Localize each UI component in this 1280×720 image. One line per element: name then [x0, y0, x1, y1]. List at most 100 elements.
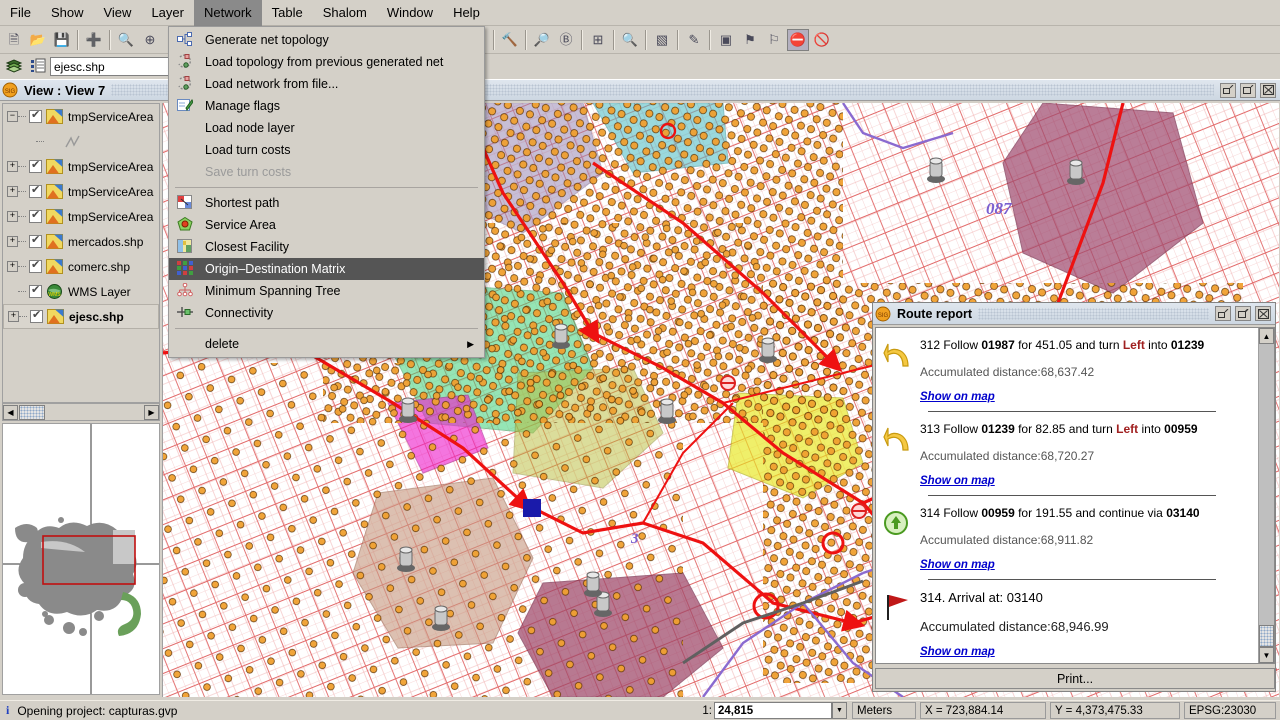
menu-window[interactable]: Window [377, 0, 443, 26]
menu-network[interactable]: Network [193, 0, 262, 26]
menu-item-load-node-layer[interactable]: Load node layer [169, 117, 484, 139]
barrier-node-icon[interactable]: ⛔ [787, 28, 809, 51]
layer-visibility-checkbox[interactable] [29, 183, 42, 198]
route-report-titlebar[interactable]: SIG Route report [873, 303, 1275, 325]
menu-item-load-network-from-file[interactable]: Load network from file... [169, 73, 484, 95]
toc-scroll-left-button[interactable]: ◀ [3, 404, 18, 420]
route-step-list[interactable]: 312 Follow 01987 for 451.05 and turn Lef… [876, 328, 1258, 663]
expand-icon[interactable]: + [7, 236, 18, 247]
active-layer-name-input[interactable]: ejesc.shp [50, 56, 182, 76]
toc-layer-row[interactable]: + tmpServiceArea [3, 154, 159, 179]
locate-by-attribute-icon[interactable]: 🔎 [531, 29, 553, 51]
toc-scroll-thumb[interactable] [19, 404, 45, 420]
menu-help[interactable]: Help [443, 0, 490, 26]
scale-dropdown-button[interactable]: ▼ [832, 702, 847, 719]
show-on-map-link[interactable]: Show on map [920, 559, 995, 571]
toc-layer-row[interactable]: + tmpServiceArea [3, 179, 159, 204]
collapse-icon[interactable]: − [7, 111, 18, 122]
barrier-arc-icon[interactable]: 🚫 [811, 29, 833, 51]
scale-input[interactable]: 24,815 [714, 702, 832, 719]
toolbar-separator [677, 29, 679, 50]
menu-table[interactable]: Table [262, 0, 313, 26]
menu-item-origin-destination-matrix[interactable]: Origin–Destination Matrix [169, 258, 484, 280]
show-on-map-link[interactable]: Show on map [920, 475, 995, 487]
layer-visibility-checkbox[interactable] [29, 108, 42, 123]
menu-item-minimum-spanning-tree[interactable]: Minimum Spanning Tree [169, 280, 484, 302]
add-layer-icon[interactable]: ➕ [83, 29, 105, 51]
show-on-map-link[interactable]: Show on map [920, 646, 995, 658]
route-maximize-button[interactable] [1235, 306, 1251, 321]
connectivity-icon [177, 305, 195, 321]
table-of-contents[interactable]: − tmpServiceArea + tmpServiceArea + tmpServic… [2, 103, 160, 403]
menu-item-service-area[interactable]: Service Area [169, 214, 484, 236]
toc-layer-row[interactable]: − tmpServiceArea [3, 104, 159, 129]
menu-layer[interactable]: Layer [141, 0, 194, 26]
annotation-icon[interactable]: ✎ [683, 29, 705, 51]
route-close-button[interactable] [1255, 306, 1271, 321]
menu-view[interactable]: View [93, 0, 141, 26]
show-on-map-link[interactable]: Show on map [920, 391, 995, 403]
layer-visibility-checkbox[interactable] [30, 308, 43, 323]
toolbar-separator [645, 29, 647, 50]
save-project-icon[interactable]: 💾 [51, 29, 73, 51]
menu-item-shortest-path[interactable]: Shortest path [169, 192, 484, 214]
menu-show[interactable]: Show [41, 0, 94, 26]
layer-visibility-checkbox[interactable] [29, 208, 42, 223]
zoom-full-extent-icon[interactable]: 🔍 [115, 29, 137, 51]
route-restore-button[interactable] [1215, 306, 1231, 321]
zoom-in-icon[interactable]: ⊕ [139, 29, 161, 51]
units-field[interactable]: Meters [852, 702, 916, 719]
toc-layer-row[interactable]: WMS WMS Layer [3, 279, 159, 304]
toc-layer-row[interactable] [3, 129, 159, 154]
menu-item-closest-facility[interactable]: Closest Facility [169, 236, 484, 258]
route-vertical-scrollbar[interactable]: ▲ ▼ [1258, 328, 1274, 663]
overview-locator-panel[interactable] [2, 423, 160, 695]
route-scroll-thumb[interactable] [1259, 625, 1274, 647]
route-scroll-down-button[interactable]: ▼ [1259, 647, 1274, 663]
layers-icon[interactable] [3, 55, 25, 77]
info-tool-icon[interactable]: 🔍 [619, 29, 641, 51]
expand-icon[interactable]: + [7, 186, 18, 197]
expand-icon[interactable]: + [8, 311, 19, 322]
projection-field[interactable]: EPSG:23030 [1184, 702, 1276, 719]
open-project-icon[interactable]: 📂 [27, 29, 49, 51]
toc-layer-row[interactable]: + tmpServiceArea [3, 204, 159, 229]
layer-visibility-checkbox[interactable] [29, 233, 42, 248]
expand-icon[interactable]: + [7, 161, 18, 172]
view-restore-button[interactable] [1220, 82, 1236, 98]
locate-by-name-icon[interactable]: Ⓑ [555, 29, 577, 51]
catalog-icon[interactable]: ▧ [651, 29, 673, 51]
new-project-icon[interactable]: 🗎 [3, 29, 25, 51]
add-to-table-icon[interactable]: ⊞ [587, 29, 609, 51]
net-topology-icon[interactable]: ▣ [715, 29, 737, 51]
toc-layer-label: comerc.shp [68, 259, 131, 274]
toc-layer-row[interactable]: + mercados.shp [3, 229, 159, 254]
view-maximize-button[interactable] [1240, 82, 1256, 98]
layer-visibility-checkbox[interactable] [29, 283, 42, 298]
menu-item-load-turn-costs[interactable]: Load turn costs [169, 139, 484, 161]
network-dropdown-menu[interactable]: Generate net topology Load topology from … [168, 26, 485, 358]
expand-icon[interactable]: + [7, 211, 18, 222]
toc-layer-row[interactable]: + ejesc.shp [3, 304, 159, 329]
expand-icon[interactable]: + [7, 261, 18, 272]
geoprocess-icon[interactable]: 🔨 [499, 29, 521, 51]
menu-item-connectivity[interactable]: Connectivity [169, 302, 484, 324]
view-close-button[interactable] [1260, 82, 1276, 98]
layer-visibility-checkbox[interactable] [29, 258, 42, 273]
menu-item-manage-flags[interactable]: Manage flags [169, 95, 484, 117]
menu-item-delete[interactable]: delete ▶ [169, 333, 484, 355]
menu-item-generate-net-topology[interactable]: Generate net topology [169, 29, 484, 51]
toc-horizontal-scrollbar[interactable]: ◀ ▶ [2, 403, 160, 421]
layer-visibility-checkbox[interactable] [29, 158, 42, 173]
menu-shalom[interactable]: Shalom [313, 0, 377, 26]
legend-icon[interactable] [27, 55, 49, 77]
route-scroll-up-button[interactable]: ▲ [1259, 328, 1274, 344]
toc-layer-row[interactable]: + comerc.shp [3, 254, 159, 279]
menu-item-load-topology-from-previous-generated-net[interactable]: Load topology from previous generated ne… [169, 51, 484, 73]
route-scroll-track[interactable] [1259, 344, 1274, 647]
print-button[interactable]: Print... [875, 668, 1275, 689]
flag-origin-icon[interactable]: ⚑ [739, 29, 761, 51]
menu-file[interactable]: File [0, 0, 41, 26]
flag-destination-icon[interactable]: ⚐ [763, 29, 785, 51]
toc-scroll-right-button[interactable]: ▶ [144, 404, 159, 420]
